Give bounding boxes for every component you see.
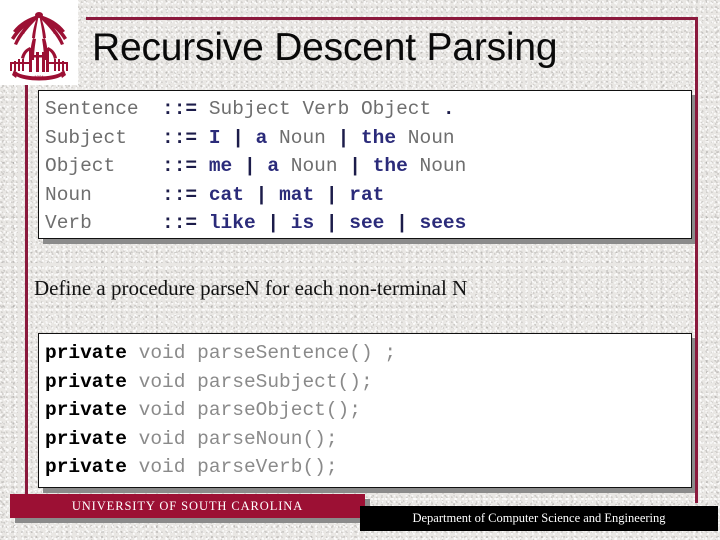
code-line: private void parseVerb(); xyxy=(45,453,691,482)
grammar-rhs-nonterminal: Noun xyxy=(267,126,338,149)
grammar-rhs-nonterminal xyxy=(279,212,291,234)
grammar-produces-operator: ::= xyxy=(162,126,198,149)
code-keyword: private xyxy=(45,456,127,478)
grammar-nonterminal: Sentence xyxy=(45,98,163,120)
grammar-produces-operator: ::= xyxy=(162,183,198,206)
footer-university-label: UNIVERSITY OF SOUTH CAROLINA xyxy=(71,499,304,513)
grammar-nonterminal: Verb xyxy=(45,212,163,234)
code-declaration: void parseObject(); xyxy=(126,399,361,421)
code-keyword: private xyxy=(45,399,127,421)
frame-rule-left xyxy=(25,83,28,503)
code-line: private void parseObject(); xyxy=(45,396,691,425)
code-keyword: private xyxy=(45,342,127,364)
grammar-rhs-nonterminal: Noun xyxy=(396,126,455,149)
grammar-rhs-nonterminal xyxy=(232,155,244,177)
code-declaration: void parseSentence() ; xyxy=(126,342,397,364)
grammar-rhs-punct: | xyxy=(243,155,256,177)
grammar-nonterminal: Object xyxy=(45,155,163,177)
grammar-rhs-punct: | xyxy=(337,126,350,149)
grammar-rhs-terminal: a xyxy=(267,155,280,177)
page-title: Recursive Descent Parsing xyxy=(92,26,558,69)
grammar-rhs-nonterminal xyxy=(361,155,373,177)
grammar-rhs-nonterminal xyxy=(314,212,326,234)
grammar-rhs-nonterminal: Subject Verb Object xyxy=(197,98,443,120)
grammar-rhs-punct: | xyxy=(255,183,268,206)
grammar-rule-row: Object ::= me | a Noun | the Noun xyxy=(45,152,691,181)
grammar-rule-row: Sentence ::= Subject Verb Object . xyxy=(45,95,691,124)
usc-palmetto-logo: 1801 xyxy=(0,0,78,85)
grammar-rhs-nonterminal: Noun xyxy=(407,155,467,177)
grammar-rhs-terminal: is xyxy=(290,212,315,234)
svg-text:1801: 1801 xyxy=(34,76,45,81)
grammar-produces-operator: ::= xyxy=(162,155,198,177)
grammar-rhs-punct: | xyxy=(325,183,338,206)
footer-department-bar: Department of Computer Science and Engin… xyxy=(360,506,718,531)
grammar-rhs-nonterminal xyxy=(314,184,326,206)
grammar-produces-operator: ::= xyxy=(162,212,198,234)
grammar-rhs-punct: | xyxy=(349,155,361,177)
grammar-rhs-terminal: see xyxy=(349,212,385,234)
grammar-panel: Sentence ::= Subject Verb Object . Subjec… xyxy=(38,90,692,239)
grammar-rhs-punct: . xyxy=(442,98,455,120)
grammar-rhs-nonterminal xyxy=(197,212,209,234)
grammar-rule-row: Verb ::= like | is | see | sees xyxy=(45,209,691,238)
code-declaration: void parseVerb(); xyxy=(126,456,338,478)
footer-department-label: Department of Computer Science and Engin… xyxy=(412,511,666,525)
grammar-rhs-terminal: sees xyxy=(419,212,467,234)
grammar-rhs-nonterminal xyxy=(197,127,209,149)
grammar-rhs-terminal: mat xyxy=(279,183,315,206)
code-line: private void parseSubject(); xyxy=(45,368,691,397)
grammar-rhs-nonterminal xyxy=(408,212,420,234)
frame-rule-top xyxy=(86,17,698,20)
grammar-rhs-nonterminal xyxy=(267,184,279,206)
grammar-rhs-terminal: the xyxy=(360,126,397,149)
code-declaration: void parseNoun(); xyxy=(126,427,338,450)
grammar-rhs-punct: | xyxy=(325,212,338,234)
grammar-rhs-nonterminal xyxy=(256,155,268,177)
grammar-rhs-nonterminal xyxy=(197,184,209,206)
grammar-rhs-nonterminal xyxy=(221,127,233,149)
grammar-rhs-nonterminal xyxy=(244,184,256,206)
grammar-nonterminal: Subject xyxy=(45,126,163,149)
grammar-rhs-terminal: cat xyxy=(208,183,244,206)
code-panel: private void parseSentence() ; private vo… xyxy=(38,333,692,488)
grammar-rule-row: Noun ::= cat | mat | rat xyxy=(45,181,691,210)
grammar-rhs-terminal: rat xyxy=(349,183,385,206)
grammar-nonterminal: Noun xyxy=(45,183,163,206)
grammar-rhs-terminal: I xyxy=(208,126,221,149)
body-text: Define a procedure parseN for each non-t… xyxy=(34,276,468,300)
grammar-rhs-nonterminal xyxy=(349,127,361,149)
grammar-rhs-nonterminal xyxy=(244,127,256,149)
grammar-rhs-nonterminal xyxy=(338,184,350,206)
code-declaration: void parseSubject(); xyxy=(126,370,373,393)
footer-university-bar: UNIVERSITY OF SOUTH CAROLINA xyxy=(10,494,365,518)
grammar-rhs-nonterminal xyxy=(197,155,209,177)
grammar-rhs-nonterminal xyxy=(256,212,268,234)
grammar-rhs-terminal: like xyxy=(208,212,256,234)
grammar-rhs-punct: | xyxy=(232,126,244,149)
code-keyword: private xyxy=(45,427,127,450)
grammar-produces-operator: ::= xyxy=(162,98,198,120)
code-keyword: private xyxy=(45,370,127,393)
frame-rule-right xyxy=(695,17,698,503)
code-line: private void parseSentence() ; xyxy=(45,339,691,368)
grammar-rhs-nonterminal: Noun xyxy=(279,155,350,177)
grammar-rhs-terminal: the xyxy=(372,155,408,177)
grammar-rhs-punct: | xyxy=(267,212,280,234)
grammar-rhs-terminal: me xyxy=(208,155,233,177)
grammar-rule-row: Subject ::= I | a Noun | the Noun xyxy=(45,124,691,153)
grammar-rhs-terminal: a xyxy=(255,126,268,149)
grammar-rhs-punct: | xyxy=(396,212,408,234)
grammar-rhs-nonterminal xyxy=(384,212,396,234)
grammar-rhs-nonterminal xyxy=(338,212,350,234)
code-line: private void parseNoun(); xyxy=(45,425,691,454)
